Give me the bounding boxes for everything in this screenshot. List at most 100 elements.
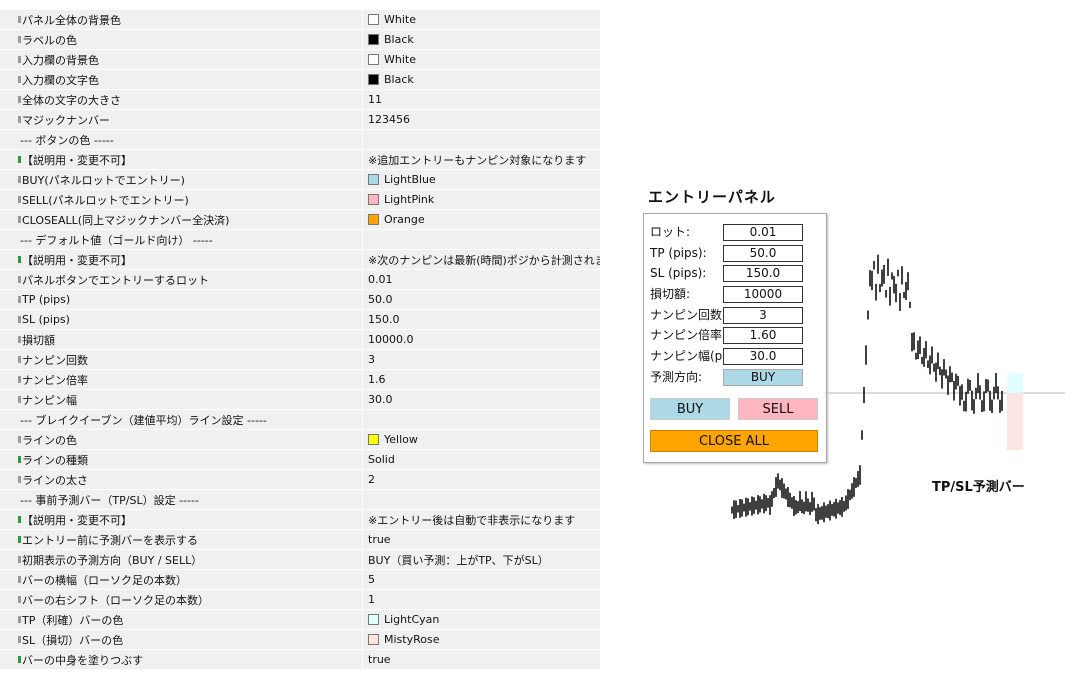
setting-value[interactable]: 2: [362, 469, 600, 490]
setting-value[interactable]: White: [362, 49, 600, 70]
setting-value[interactable]: 123456: [362, 109, 600, 130]
setting-row[interactable]: ラインの太さ 2: [0, 469, 600, 490]
setting-row[interactable]: TP（利確）バーの色 LightCyan: [0, 609, 600, 630]
section-row[interactable]: --- ボタンの色 -----: [0, 129, 600, 150]
setting-row[interactable]: 入力欄の背景色 White: [0, 49, 600, 70]
setting-name: 全体の文字の大きさ: [0, 89, 363, 110]
setting-row[interactable]: BUY(パネルロットでエントリー) LightBlue: [0, 169, 600, 190]
setting-value[interactable]: LightBlue: [362, 169, 600, 190]
setting-value-text: true: [368, 533, 391, 546]
setting-row[interactable]: ラベルの色 Black: [0, 29, 600, 50]
setting-row[interactable]: SL (pips) 150.0: [0, 309, 600, 330]
setting-row[interactable]: ナンピン幅 30.0: [0, 389, 600, 410]
setting-row[interactable]: パネル全体の背景色 White: [0, 10, 600, 30]
setting-value[interactable]: LightCyan: [362, 609, 600, 630]
setting-name: TP（利確）バーの色: [0, 609, 363, 630]
setting-value[interactable]: MistyRose: [362, 629, 600, 650]
row-marker-icon: [18, 556, 21, 563]
setting-value[interactable]: [362, 129, 600, 150]
setting-value[interactable]: Orange: [362, 209, 600, 230]
setting-row[interactable]: SELL(パネルロットでエントリー) LightPink: [0, 189, 600, 210]
setting-name: CLOSEALL(同上マジックナンバー全決済): [0, 209, 363, 230]
section-row[interactable]: --- 事前予測バー（TP/SL）設定 -----: [0, 489, 600, 510]
setting-value[interactable]: 10000.0: [362, 329, 600, 350]
setting-row[interactable]: 入力欄の文字色 Black: [0, 69, 600, 90]
setting-value[interactable]: Black: [362, 29, 600, 50]
row-marker-icon: [18, 356, 21, 363]
setting-value-text: 1: [368, 593, 375, 606]
setting-row[interactable]: バーの中身を塗りつぶす true: [0, 649, 600, 670]
setting-value-text: 1.6: [368, 373, 386, 386]
setting-value-text: Solid: [368, 453, 395, 466]
setting-row[interactable]: エントリー前に予測バーを表示する true: [0, 529, 600, 550]
row-marker-icon: [18, 576, 21, 583]
setting-row[interactable]: 【説明用・変更不可】 ※エントリー後は自動で非表示になります: [0, 509, 600, 530]
setting-value-text: 3: [368, 353, 375, 366]
setting-value[interactable]: true: [362, 529, 600, 550]
setting-value[interactable]: 11: [362, 89, 600, 110]
setting-value[interactable]: Black: [362, 69, 600, 90]
setting-row[interactable]: 損切額 10000.0: [0, 329, 600, 350]
setting-value[interactable]: 1: [362, 589, 600, 610]
setting-row[interactable]: 【説明用・変更不可】 ※追加エントリーもナンピン対象になります: [0, 149, 600, 170]
setting-row[interactable]: パネルボタンでエントリーするロット 0.01: [0, 269, 600, 290]
setting-value-text: ※追加エントリーもナンピン対象になります: [368, 153, 587, 167]
setting-value[interactable]: Yellow: [362, 429, 600, 450]
setting-name: ラインの色: [0, 429, 363, 450]
setting-value[interactable]: White: [362, 10, 600, 30]
buy-button[interactable]: BUY: [650, 398, 730, 420]
setting-value-text: LightPink: [384, 193, 435, 206]
setting-row[interactable]: バーの横幅（ローソク足の本数） 5: [0, 569, 600, 590]
setting-value[interactable]: Solid: [362, 449, 600, 470]
setting-row[interactable]: TP (pips) 50.0: [0, 289, 600, 310]
setting-name-text: ラインの種類: [22, 453, 88, 467]
setting-name: ナンピン倍率: [0, 369, 363, 390]
setting-name-text: ナンピン回数: [22, 353, 88, 367]
setting-row[interactable]: マジックナンバー 123456: [0, 109, 600, 130]
setting-row[interactable]: バーの右シフト（ローソク足の本数） 1: [0, 589, 600, 610]
setting-name-text: TP（利確）バーの色: [22, 613, 124, 627]
setting-value[interactable]: 150.0: [362, 309, 600, 330]
setting-row[interactable]: 全体の文字の大きさ 11: [0, 89, 600, 110]
setting-name: ラインの太さ: [0, 469, 363, 490]
setting-value[interactable]: [362, 229, 600, 250]
setting-row[interactable]: SL（損切）バーの色 MistyRose: [0, 629, 600, 650]
setting-value[interactable]: true: [362, 649, 600, 670]
row-marker-icon: [18, 36, 21, 43]
setting-value[interactable]: 5: [362, 569, 600, 590]
setting-row[interactable]: ラインの色 Yellow: [0, 429, 600, 450]
setting-name: BUY(パネルロットでエントリー): [0, 169, 363, 190]
setting-value-text: 50.0: [368, 293, 393, 306]
setting-value[interactable]: LightPink: [362, 189, 600, 210]
setting-row[interactable]: ナンピン倍率 1.6: [0, 369, 600, 390]
setting-value[interactable]: ※エントリー後は自動で非表示になります: [362, 509, 600, 530]
setting-name-text: --- ブレイクイーブン（建値平均）ライン設定 -----: [20, 413, 267, 427]
setting-row[interactable]: 【説明用・変更不可】 ※次のナンピンは最新(時間)ポジから計測されます: [0, 249, 600, 270]
setting-value[interactable]: [362, 409, 600, 430]
setting-value[interactable]: ※追加エントリーもナンピン対象になります: [362, 149, 600, 170]
setting-value[interactable]: ※次のナンピンは最新(時間)ポジから計測されます: [362, 249, 600, 270]
setting-row[interactable]: CLOSEALL(同上マジックナンバー全決済) Orange: [0, 209, 600, 230]
setting-value[interactable]: BUY（買い予測：上がTP、下がSL）: [362, 549, 600, 570]
setting-name: TP (pips): [0, 289, 363, 310]
setting-value[interactable]: 3: [362, 349, 600, 370]
setting-value[interactable]: 0.01: [362, 269, 600, 290]
setting-name: ラインの種類: [0, 449, 363, 470]
setting-value-text: 2: [368, 473, 375, 486]
setting-value[interactable]: [362, 489, 600, 510]
setting-value[interactable]: 50.0: [362, 289, 600, 310]
prediction-bar-annotation: TP/SL予測バー: [932, 480, 1025, 495]
setting-value-text: 0.01: [368, 273, 393, 286]
setting-row[interactable]: 初期表示の予測方向（BUY / SELL） BUY（買い予測：上がTP、下がSL）: [0, 549, 600, 570]
setting-value-text: 123456: [368, 113, 410, 126]
section-row[interactable]: --- デフォルト値（ゴールド向け） -----: [0, 229, 600, 250]
setting-row[interactable]: ナンピン回数 3: [0, 349, 600, 370]
tp-prediction-bar: [1007, 373, 1023, 393]
setting-value-text: White: [384, 13, 416, 26]
section-row[interactable]: --- ブレイクイーブン（建値平均）ライン設定 -----: [0, 409, 600, 430]
setting-name: バーの中身を塗りつぶす: [0, 649, 363, 670]
setting-row[interactable]: ラインの種類 Solid: [0, 449, 600, 470]
setting-value[interactable]: 30.0: [362, 389, 600, 410]
setting-value[interactable]: 1.6: [362, 369, 600, 390]
row-marker-icon: [18, 96, 21, 103]
